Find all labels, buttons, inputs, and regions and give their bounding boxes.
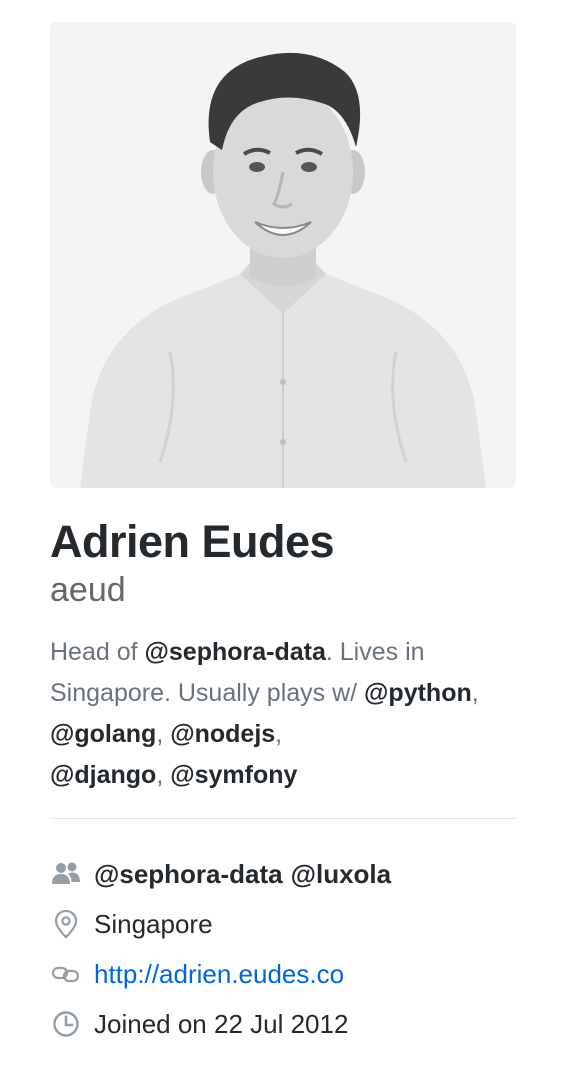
detail-website: http://adrien.eudes.co (50, 949, 516, 999)
profile-username: aeud (50, 571, 126, 609)
bio-separator: , (156, 761, 171, 789)
joined-date-text: Joined on 22 Jul 2012 (94, 1008, 349, 1039)
profile-divider (50, 818, 516, 819)
bio-separator: , (156, 720, 171, 748)
organizations-list: @sephora-data @luxola (94, 859, 399, 890)
bio-mention-nodejs[interactable]: @nodejs (170, 720, 275, 748)
bio-text: Head of (50, 638, 145, 666)
bio-mention-symfony[interactable]: @symfony (170, 761, 297, 789)
location-pin-icon (50, 908, 82, 940)
detail-organizations: @sephora-data @luxola (50, 849, 516, 899)
profile-card: Adrien Eudes aeud Head of @sephora-data.… (50, 22, 516, 1049)
bio-mention-golang[interactable]: @golang (50, 720, 156, 748)
organization-link-sephora-data[interactable]: @sephora-data (94, 859, 283, 889)
bio-separator: , (471, 679, 479, 707)
profile-details-list: @sephora-data @luxola Singapore http://ad… (50, 849, 516, 1049)
avatar-portrait-image (50, 22, 516, 488)
detail-location: Singapore (50, 899, 516, 949)
bio-mention-django[interactable]: @django (50, 761, 156, 789)
organization-icon (50, 858, 82, 890)
bio-mention-company[interactable]: @sephora-data (145, 638, 326, 666)
organization-link-luxola[interactable]: @luxola (291, 859, 391, 889)
link-icon (50, 958, 82, 990)
clock-icon (50, 1008, 82, 1040)
profile-bio: Head of @sephora-data. Lives in Singapor… (50, 632, 516, 796)
website-link[interactable]: http://adrien.eudes.co (94, 959, 344, 990)
bio-mention-python[interactable]: @python (364, 679, 472, 707)
profile-fullname: Adrien Eudes (50, 516, 335, 567)
location-text: Singapore (94, 908, 213, 939)
detail-joined: Joined on 22 Jul 2012 (50, 999, 516, 1049)
avatar[interactable] (50, 22, 516, 488)
bio-separator: , (275, 720, 283, 748)
